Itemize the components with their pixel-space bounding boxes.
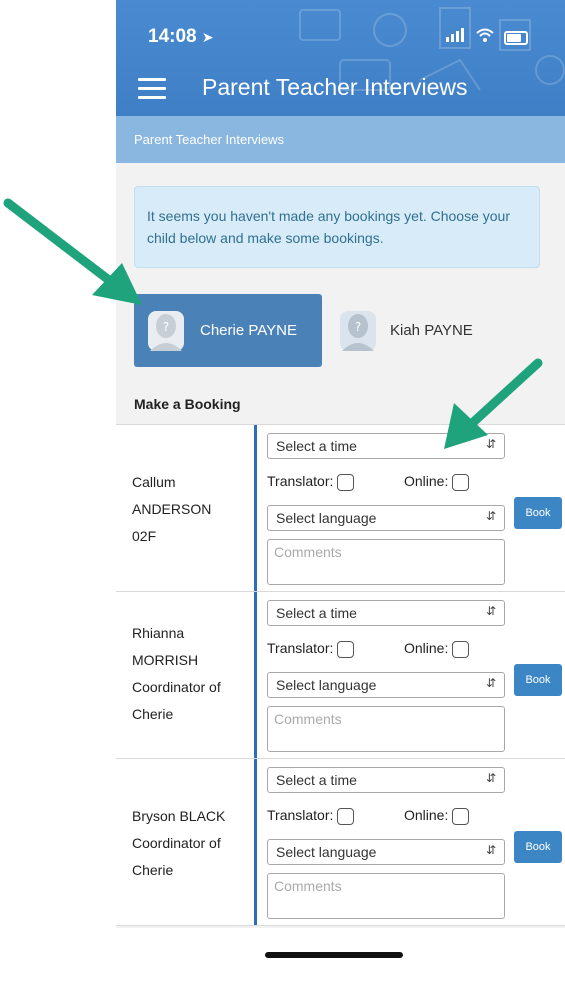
booking-table: Callum ANDERSON 02F Select a time ⇵ Tran… bbox=[116, 424, 565, 926]
svg-text:?: ? bbox=[163, 320, 169, 334]
svg-text:?: ? bbox=[355, 320, 361, 334]
book-button[interactable]: Book bbox=[514, 497, 562, 529]
online-checkbox[interactable] bbox=[452, 473, 470, 491]
language-select-value: Select language bbox=[276, 510, 377, 526]
teacher-line: Coordinator of bbox=[132, 835, 221, 851]
row-divider bbox=[254, 425, 257, 591]
language-select[interactable]: Select language ⇵ bbox=[267, 672, 505, 698]
teacher-line: ANDERSON bbox=[132, 501, 212, 517]
booking-row: Rhianna MORRISH Coordinator of Cherie Se… bbox=[116, 591, 565, 758]
online-checkbox[interactable] bbox=[452, 807, 470, 825]
time-select-value: Select a time bbox=[276, 438, 357, 454]
language-select-value: Select language bbox=[276, 677, 377, 693]
comments-field[interactable]: Comments bbox=[267, 539, 505, 585]
booking-row: Bryson BLACK Coordinator of Cherie Selec… bbox=[116, 758, 565, 926]
child-name: Cherie PAYNE bbox=[200, 322, 297, 339]
book-button[interactable]: Book bbox=[514, 831, 562, 863]
teacher-name: Callum ANDERSON 02F bbox=[132, 469, 244, 550]
time-select-value: Select a time bbox=[276, 605, 357, 621]
online-checkbox[interactable] bbox=[452, 640, 470, 658]
comments-field[interactable]: Comments bbox=[267, 873, 505, 919]
row-divider bbox=[254, 759, 257, 925]
row-divider bbox=[254, 592, 257, 758]
translator-label: Translator: bbox=[267, 807, 334, 823]
section-title: Make a Booking bbox=[134, 396, 241, 412]
teacher-name: Rhianna MORRISH Coordinator of Cherie bbox=[132, 620, 244, 728]
annotation-arrow-right bbox=[444, 358, 543, 449]
time-select[interactable]: Select a time ⇵ bbox=[267, 767, 505, 793]
hamburger-icon[interactable] bbox=[138, 78, 166, 105]
select-caret-icon: ⇵ bbox=[485, 771, 496, 785]
language-select[interactable]: Select language ⇵ bbox=[267, 505, 505, 531]
options-row: Translator: Online: bbox=[267, 473, 507, 491]
avatar-icon: ? bbox=[148, 310, 184, 351]
time-select-value: Select a time bbox=[276, 772, 357, 788]
teacher-line: Rhianna bbox=[132, 625, 185, 641]
time-select[interactable]: Select a time ⇵ bbox=[267, 600, 505, 626]
translator-checkbox[interactable] bbox=[337, 640, 355, 658]
online-group: Online: bbox=[404, 473, 470, 491]
status-time-text: 14:08 bbox=[148, 26, 197, 47]
online-label: Online: bbox=[404, 640, 449, 656]
teacher-name: Bryson BLACK Coordinator of Cherie bbox=[132, 803, 244, 884]
child-tab-cherie[interactable]: ? Cherie PAYNE bbox=[134, 294, 322, 367]
language-select[interactable]: Select language ⇵ bbox=[267, 839, 505, 865]
child-name: Kiah PAYNE bbox=[390, 322, 473, 339]
battery-icon bbox=[503, 31, 528, 46]
teacher-line: Callum bbox=[132, 474, 176, 490]
teacher-line: Coordinator of bbox=[132, 679, 221, 695]
select-caret-icon: ⇵ bbox=[485, 676, 496, 690]
options-row: Translator: Online: bbox=[267, 807, 507, 825]
select-caret-icon: ⇵ bbox=[485, 843, 496, 857]
options-row: Translator: Online: bbox=[267, 640, 507, 658]
translator-checkbox[interactable] bbox=[337, 473, 355, 491]
online-label: Online: bbox=[404, 473, 449, 489]
page-title: Parent Teacher Interviews bbox=[202, 74, 468, 100]
translator-checkbox[interactable] bbox=[337, 807, 355, 825]
status-icons bbox=[446, 28, 534, 46]
online-group: Online: bbox=[404, 807, 470, 825]
annotation-arrow-left bbox=[3, 198, 142, 305]
home-indicator bbox=[265, 952, 403, 958]
teacher-line: MORRISH bbox=[132, 652, 199, 668]
phone-screen: 14:08 ➤ Parent Teacher Interviews Parent… bbox=[116, 0, 565, 983]
language-select-value: Select language bbox=[276, 844, 377, 860]
comments-field[interactable]: Comments bbox=[267, 706, 505, 752]
translator-label: Translator: bbox=[267, 473, 334, 489]
select-caret-icon: ⇵ bbox=[485, 604, 496, 618]
online-group: Online: bbox=[404, 640, 470, 658]
wifi-icon bbox=[476, 28, 498, 45]
info-notice: It seems you haven't made any bookings y… bbox=[134, 186, 540, 268]
location-arrow-icon: ➤ bbox=[201, 29, 214, 45]
avatar-icon: ? bbox=[340, 310, 376, 351]
teacher-line: Cherie bbox=[132, 706, 174, 722]
status-time: 14:08 ➤ bbox=[148, 26, 214, 48]
translator-label: Translator: bbox=[267, 640, 334, 656]
teacher-line: Bryson BLACK bbox=[132, 808, 226, 824]
book-button[interactable]: Book bbox=[514, 664, 562, 696]
online-label: Online: bbox=[404, 807, 449, 823]
teacher-line: Cherie bbox=[132, 862, 174, 878]
select-caret-icon: ⇵ bbox=[485, 509, 496, 523]
signal-icon bbox=[446, 28, 470, 45]
teacher-line: 02F bbox=[132, 528, 157, 544]
breadcrumb-text: Parent Teacher Interviews bbox=[134, 132, 285, 147]
breadcrumb: Parent Teacher Interviews bbox=[116, 116, 565, 163]
app-header: 14:08 ➤ Parent Teacher Interviews bbox=[116, 0, 565, 116]
